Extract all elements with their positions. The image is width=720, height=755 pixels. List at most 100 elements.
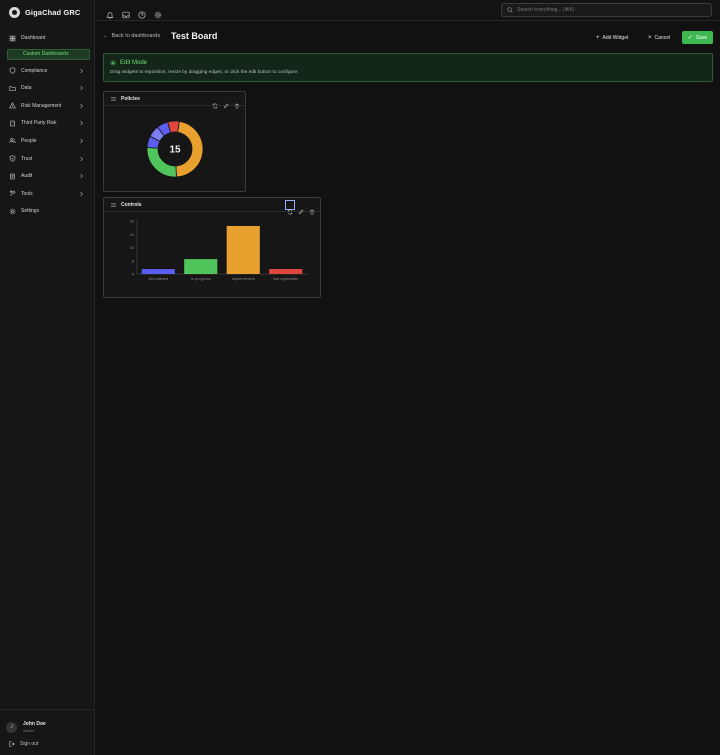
brand-name: GigaChad GRC [25, 7, 81, 17]
page-title: Test Board [171, 31, 218, 41]
sidebar-item-compliance[interactable]: Compliance [5, 64, 90, 78]
sidebar: GigaChad GRC Dashboard Custom Dashboards C… [0, 0, 95, 755]
x-tick-label: Not started [148, 276, 168, 281]
save-button[interactable]: ✓ Save [682, 31, 713, 44]
sign-out-label: Sign out [20, 741, 39, 747]
sidebar-item-settings[interactable]: Settings [5, 204, 90, 218]
sidebar-item-label: Third Party Risk [21, 120, 57, 127]
add-widget-button[interactable]: + Add Widget [596, 32, 628, 43]
check-icon: ✓ [687, 35, 693, 41]
chevron-right-icon [80, 121, 84, 126]
sidebar-nav: Dashboard Custom Dashboards Compliance Data… [5, 31, 90, 222]
sidebar-item-label: People [21, 137, 37, 144]
sidebar-item-label: Audit [21, 173, 33, 180]
donut-center-value: 15 [169, 145, 181, 156]
arrow-left-icon: ← [103, 33, 109, 39]
cancel-button[interactable]: × Cancel [648, 32, 670, 43]
chevron-right-icon [80, 138, 84, 144]
top-bar: Search everything... (⌘K) [96, 0, 720, 21]
controls-widget[interactable]: Controls 0 8 16 24 32 Not started In progress I… [103, 197, 321, 298]
edit-icon[interactable] [298, 202, 304, 215]
home-icon [9, 35, 16, 42]
refresh-icon[interactable] [285, 200, 295, 215]
sidebar-item-label: Dashboard [21, 35, 46, 41]
x-tick-label: Not applicable [273, 276, 299, 281]
sidebar-item-label: Settings [21, 208, 40, 215]
sidebar-item-label: Tools [21, 190, 33, 197]
edit-mode-title-text: Edit Mode [120, 60, 148, 66]
sidebar-item-label: Risk Management [21, 102, 62, 109]
gear-icon [110, 60, 116, 66]
y-tick-label: 0 [132, 272, 135, 277]
users-icon [9, 137, 16, 144]
back-to-dashboards-link[interactable]: ← Back to dashboards [103, 33, 160, 39]
widget-title: Policies [121, 96, 140, 102]
edit-icon[interactable] [223, 96, 229, 109]
search-placeholder: Search everything... (⌘K) [517, 7, 575, 13]
widget-title: Controls [121, 202, 142, 208]
sidebar-item-third-party-risk[interactable]: Third Party Risk [5, 116, 90, 130]
search-input[interactable]: Search everything... (⌘K) [501, 3, 712, 17]
sidebar-item-label: Data [21, 85, 32, 92]
folder-icon [9, 85, 16, 92]
trash-icon[interactable] [234, 96, 240, 109]
back-label: Back to dashboards [111, 33, 161, 39]
sidebar-item-tools[interactable]: Tools [5, 187, 90, 201]
brand-logo-icon [9, 6, 20, 18]
bar-not-applicable[interactable] [269, 269, 303, 274]
gear-icon[interactable] [154, 6, 162, 19]
sidebar-item-label: Compliance [21, 67, 48, 74]
bar-not-started[interactable] [141, 269, 175, 274]
shield-icon [9, 67, 16, 74]
y-tick-label: 32 [130, 219, 135, 224]
sidebar-item-people[interactable]: People [5, 134, 90, 148]
refresh-icon[interactable] [212, 96, 218, 109]
audit-icon [9, 173, 16, 180]
sidebar-item-label: Custom Dashboards [23, 51, 69, 58]
chevron-right-icon [80, 68, 84, 73]
user-profile[interactable]: J John Doe Admin [6, 721, 46, 733]
x-tick-label: Implemented [232, 276, 255, 281]
close-icon: × [648, 34, 652, 41]
sidebar-divider [0, 709, 95, 710]
sign-out-button[interactable]: Sign out [9, 741, 38, 747]
plus-icon: + [596, 34, 600, 41]
chevron-right-icon [80, 191, 84, 197]
user-role: Admin [23, 728, 35, 733]
sidebar-item-trust[interactable]: Trust [5, 152, 90, 166]
bell-icon[interactable] [106, 6, 114, 19]
sidebar-item-data[interactable]: Data [5, 81, 90, 95]
building-icon [9, 120, 16, 127]
trash-icon[interactable] [309, 202, 315, 215]
bar-in-progress[interactable] [184, 259, 218, 274]
y-tick-label: 24 [130, 232, 135, 237]
tools-icon [9, 190, 16, 197]
brand[interactable]: GigaChad GRC [0, 1, 94, 23]
save-label: Save [695, 34, 708, 41]
cancel-label: Cancel [654, 34, 671, 41]
y-tick-label: 8 [132, 258, 135, 263]
controls-bar-chart: 0 8 16 24 32 Not started In progress Implemente… [130, 219, 307, 281]
edit-mode-description: Drag widgets to reposition, resize by dr… [110, 70, 299, 75]
widget-header: Controls [104, 198, 320, 215]
x-tick-label: In progress [191, 276, 211, 281]
help-icon[interactable] [138, 6, 146, 19]
sidebar-item-audit[interactable]: Audit [5, 169, 90, 183]
sidebar-item-custom-dashboards[interactable]: Custom Dashboards [7, 48, 90, 60]
drag-handle-icon[interactable] [111, 203, 116, 207]
drag-handle-icon[interactable] [111, 97, 116, 101]
logout-icon [9, 741, 15, 747]
chevron-right-icon [80, 156, 84, 161]
sidebar-item-dashboard[interactable]: Dashboard [5, 31, 90, 45]
policies-widget[interactable]: Policies 15 [103, 91, 246, 192]
add-widget-label: Add Widget [602, 34, 629, 41]
chevron-right-icon [80, 85, 84, 91]
inbox-icon[interactable] [122, 6, 130, 19]
sidebar-item-risk-management[interactable]: Risk Management [5, 99, 90, 113]
chevron-right-icon [80, 173, 84, 179]
edit-mode-title: Edit Mode [110, 60, 147, 66]
chevron-right-icon [80, 103, 84, 109]
avatar: J [6, 721, 17, 733]
bar-implemented[interactable] [226, 225, 260, 274]
gear-icon [9, 208, 16, 215]
